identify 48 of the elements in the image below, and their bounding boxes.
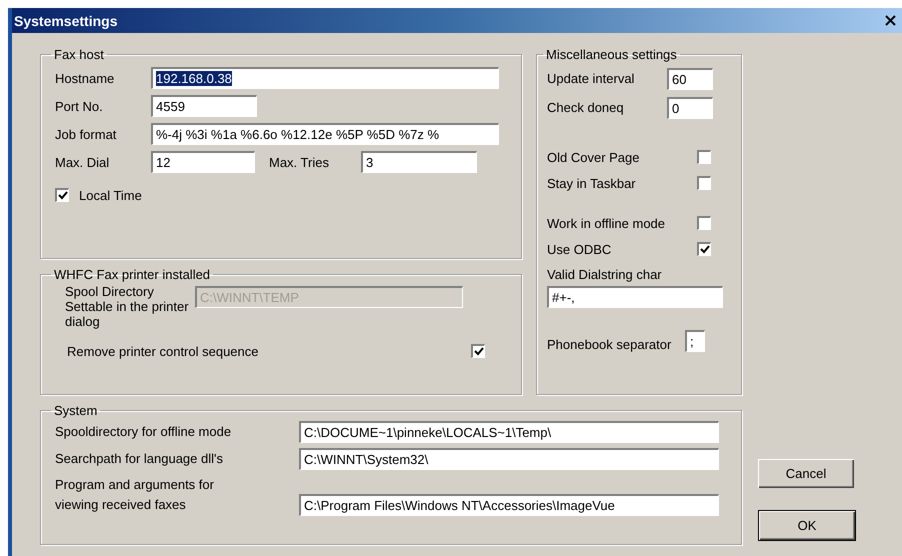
input-field[interactable]: C:\DOCUME~1\pinneke\LOCALS~1\Temp\ xyxy=(299,420,719,442)
dialog-button[interactable]: Cancel xyxy=(758,459,854,488)
field-label: Job format xyxy=(55,126,118,142)
field-label: Phonebook separator xyxy=(547,337,672,352)
field-label: Spooldirectory for offline mode xyxy=(55,422,232,441)
checkbox-label: Stay in Taskbar xyxy=(547,176,637,190)
field-label: Searchpath for language dll's xyxy=(55,450,224,468)
field-label: Hostname xyxy=(55,70,116,86)
field-label: Port No. xyxy=(55,98,104,114)
input-field[interactable]: 3 xyxy=(361,151,477,173)
checkbox-label: Local Time xyxy=(79,188,142,202)
input-field[interactable]: %-4j %3i %1a %6.6o %12.12e %5P %5D %7z % xyxy=(151,123,499,145)
group-title: Miscellaneous settings xyxy=(545,47,678,62)
field-label: Max. Dial xyxy=(55,154,110,170)
checkbox[interactable] xyxy=(697,176,711,190)
input-field[interactable]: 0 xyxy=(667,96,713,118)
checkmark-icon xyxy=(700,244,710,254)
field-label: Valid Dialstring char xyxy=(547,266,662,282)
field-label: Update interval xyxy=(547,71,636,86)
input-field[interactable]: 12 xyxy=(151,151,255,173)
input-field[interactable]: 192.168.0.38 xyxy=(151,67,499,89)
input-field[interactable]: 4559 xyxy=(151,95,257,117)
checkbox-label: Work in offline mode xyxy=(547,216,666,230)
input-field[interactable]: 60 xyxy=(667,68,713,90)
checkmark-icon xyxy=(474,346,484,356)
group-title: System xyxy=(53,403,98,418)
checkbox-label: Old Cover Page xyxy=(547,150,640,164)
close-icon xyxy=(884,15,896,26)
field-label: Program and arguments for viewing received faxes xyxy=(55,476,215,514)
checkbox[interactable] xyxy=(697,216,711,230)
checkmark-icon xyxy=(58,190,68,200)
field-label: Check doneq xyxy=(547,100,625,115)
checkbox[interactable] xyxy=(697,242,711,256)
checkbox[interactable] xyxy=(697,150,711,164)
input-field[interactable]: C:\WINNT\System32\ xyxy=(299,448,719,470)
input-field[interactable]: #+-, xyxy=(547,286,723,308)
window-title: Systemsettings xyxy=(14,12,118,28)
dialog-button[interactable]: OK xyxy=(758,510,856,541)
checkbox-label: Remove printer control sequence xyxy=(67,344,258,358)
group-title: WHFC Fax printer installed xyxy=(53,267,212,282)
field-label: Max. Tries xyxy=(268,154,330,170)
checkbox[interactable] xyxy=(471,344,485,358)
input-field[interactable]: C:\Program Files\Windows NT\Accessories\ImageVue xyxy=(299,494,719,516)
field-label: Spool Directory Settable in the printer dialog xyxy=(65,284,190,329)
checkbox-label: Use ODBC xyxy=(547,242,612,256)
checkbox[interactable] xyxy=(55,188,69,202)
group-title: Fax host xyxy=(53,47,105,62)
input-field[interactable]: ; xyxy=(685,330,705,352)
